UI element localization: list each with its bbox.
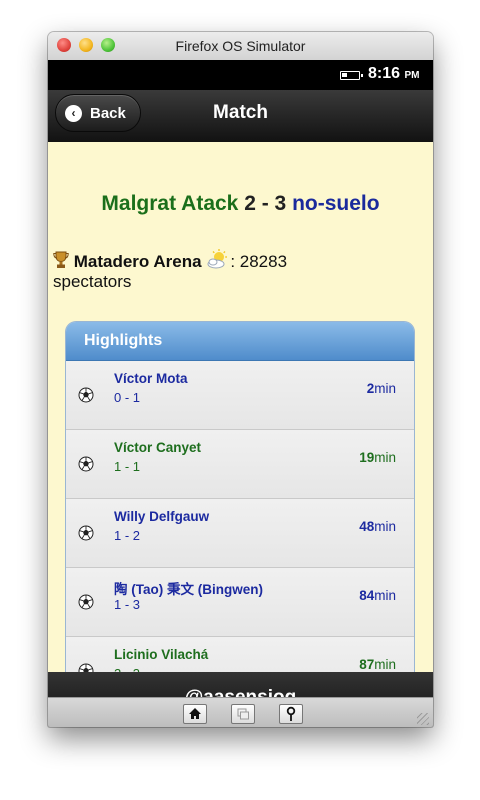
score-at-goal: 1 - 2 — [114, 528, 141, 543]
highlight-row[interactable]: Víctor Mota 0 - 1 2min — [66, 361, 414, 430]
match-content[interactable]: Malgrat Atack 2 - 3 no-suelo Matadero Ar… — [48, 142, 433, 672]
window-title: Firefox OS Simulator — [175, 38, 306, 54]
window-titlebar: Firefox OS Simulator — [48, 32, 433, 61]
goal-minute-value: 48 — [359, 519, 375, 534]
home-button[interactable] — [183, 704, 207, 724]
partly-sunny-icon — [207, 249, 228, 269]
goal-scorer: Licinio Vilachá — [114, 647, 209, 662]
windows-icon — [237, 708, 249, 720]
soccer-ball-icon — [78, 525, 94, 541]
goal-scorer: Willy Delfgauw — [114, 509, 210, 524]
goal-minute: 87min — [359, 657, 396, 672]
highlights-panel: Highlights Víctor Mota 0 - 1 2min Víctor Ca… — [66, 322, 414, 672]
status-clock: 8:16 PM — [368, 65, 419, 83]
trophy-icon — [53, 251, 69, 268]
highlights-list: Víctor Mota 0 - 1 2min Víctor Canyet 1 - 1 19… — [66, 361, 414, 672]
goal-minute-unit: min — [374, 381, 396, 396]
simulator-window: Firefox OS Simulator 8:16 PM ‹ Back Matc… — [48, 32, 433, 727]
goal-minute-unit: min — [374, 450, 396, 465]
highlight-row[interactable]: Licinio Vilachá2 - 387min — [66, 637, 414, 672]
goal-minute-unit: min — [374, 657, 396, 672]
goal-scorer: Víctor Mota — [114, 371, 188, 386]
location-button[interactable] — [279, 704, 303, 724]
location-pin-icon — [286, 706, 296, 721]
scoreline: Malgrat Atack 2 - 3 no-suelo — [48, 192, 433, 216]
goal-minute: 19min — [359, 450, 396, 465]
soccer-ball-icon — [78, 663, 94, 672]
soccer-ball-icon — [78, 387, 94, 403]
match-score: 2 - 3 — [244, 192, 287, 215]
goal-minute-unit: min — [374, 519, 396, 534]
home-icon — [189, 708, 201, 719]
highlight-row[interactable]: 陶 (Tao) 秉文 (Bingwen) 1 - 3 84min — [66, 568, 414, 637]
highlights-title: Highlights — [66, 322, 414, 361]
highlight-row[interactable]: Víctor Canyet 1 - 1 19min — [66, 430, 414, 499]
score-at-goal: 1 - 1 — [114, 459, 141, 474]
score-at-goal: 0 - 1 — [114, 390, 141, 405]
windows-button[interactable] — [231, 704, 255, 724]
goal-minute-value: 84 — [359, 588, 375, 603]
goal-minute: 84min — [359, 588, 396, 603]
goal-minute-unit: min — [374, 588, 396, 603]
goal-minute-value: 87 — [359, 657, 375, 672]
goal-minute: 48min — [359, 519, 396, 534]
soccer-ball-icon — [78, 594, 94, 610]
venue-info: Matadero Arena : 28283 spectators — [53, 249, 353, 292]
goal-scorer: Víctor Canyet — [114, 440, 202, 455]
away-team-link[interactable]: no-suelo — [292, 192, 380, 215]
goal-scorer: 陶 (Tao) 秉文 (Bingwen) — [114, 582, 263, 597]
venue-name: Matadero Arena — [73, 252, 202, 271]
battery-icon — [340, 71, 363, 80]
clock-ampm: PM — [404, 70, 420, 81]
soccer-ball-icon — [78, 456, 94, 472]
home-team-link[interactable]: Malgrat Atack — [101, 192, 238, 215]
resize-grip[interactable] — [417, 713, 429, 725]
score-at-goal: 1 - 3 — [114, 597, 141, 612]
highlight-row[interactable]: Willy Delfgauw 1 - 2 48min — [66, 499, 414, 568]
page-title: Match — [213, 102, 268, 123]
goal-minute: 2min — [367, 381, 396, 396]
clock-time: 8:16 — [368, 65, 401, 82]
goal-minute-value: 19 — [359, 450, 375, 465]
